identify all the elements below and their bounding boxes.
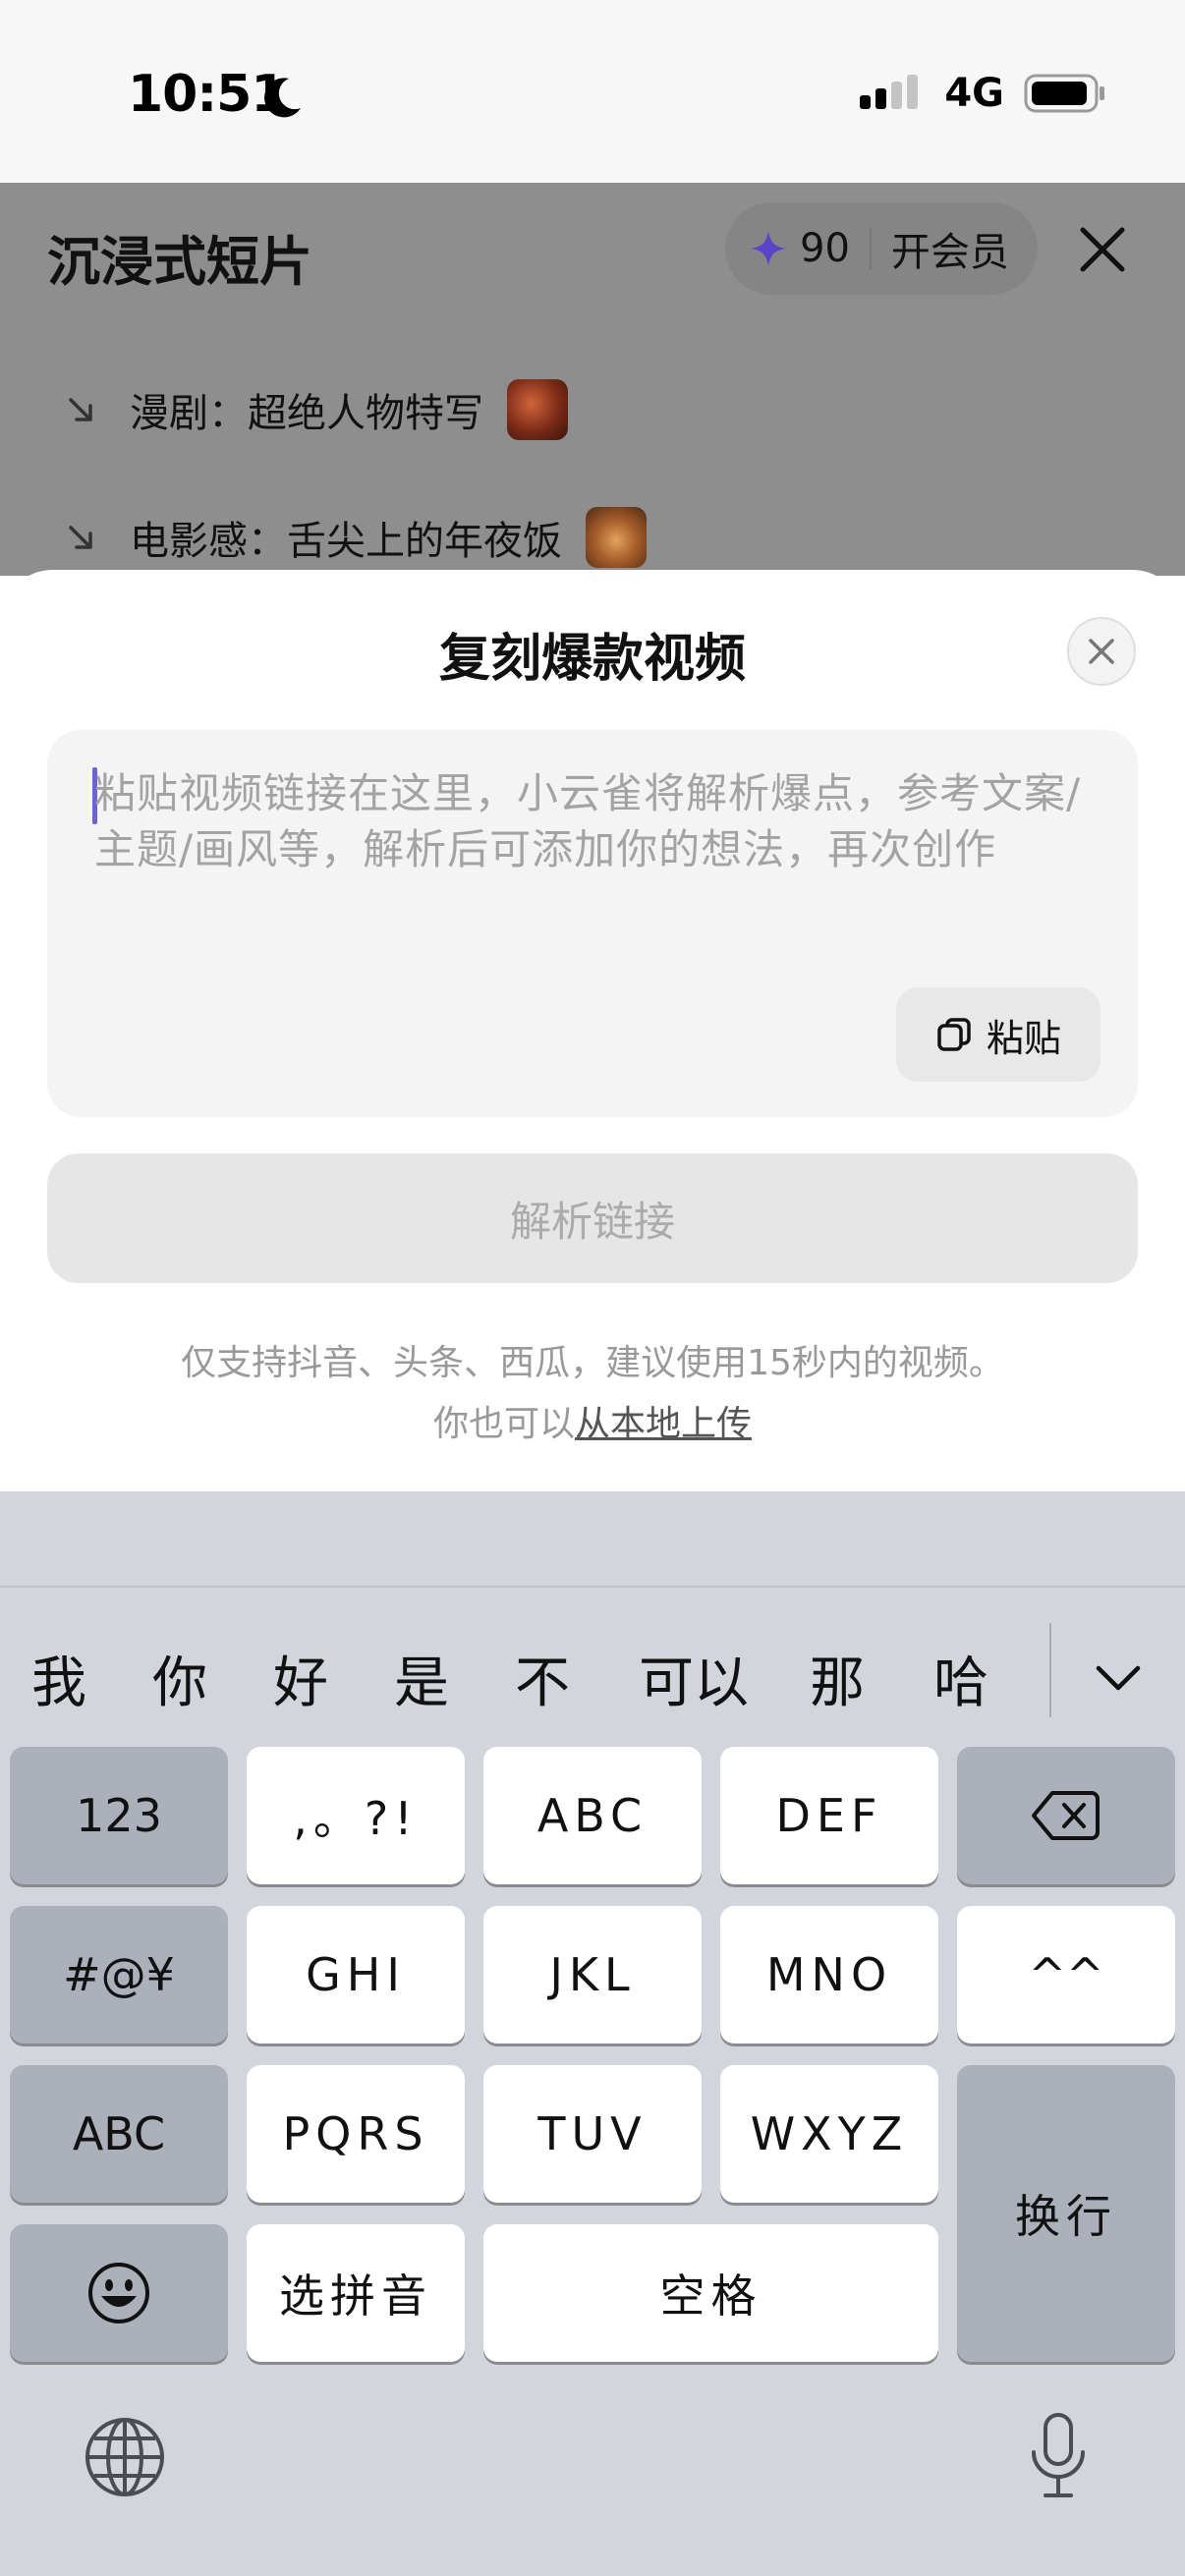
key-abc-mode[interactable]: ABC: [10, 2065, 228, 2203]
background-page: 沉浸式短片 90 开会员 漫剧：超绝人物特写 电影感：舌尖上的年夜饭: [0, 183, 1185, 576]
open-vip-button[interactable]: 开会员: [891, 220, 1009, 277]
network-type: 4G: [944, 71, 1004, 116]
candidate-item[interactable]: 不: [515, 1639, 570, 1718]
key-wxyz[interactable]: WXYZ: [720, 2065, 938, 2203]
key-jkl[interactable]: JKL: [483, 1906, 702, 2044]
battery-icon: [1024, 74, 1104, 113]
backspace-icon: [1032, 1791, 1100, 1840]
moon-icon: [264, 78, 301, 118]
points-vip-pill[interactable]: 90 开会员: [725, 202, 1038, 295]
key-tuv[interactable]: TUV: [483, 2065, 702, 2203]
candidate-item[interactable]: 是: [394, 1639, 449, 1718]
list-item-label: 漫剧：超绝人物特写: [130, 391, 483, 436]
chevron-down-icon[interactable]: [1093, 1658, 1144, 1698]
return-key[interactable]: 换行: [957, 2065, 1175, 2362]
parse-link-label: 解析链接: [509, 1197, 675, 1246]
key-emoticon[interactable]: ^^: [957, 1906, 1175, 2044]
globe-icon[interactable]: [83, 2415, 167, 2499]
key-label: JKL: [549, 1948, 636, 2001]
space-key[interactable]: 空格: [483, 2224, 938, 2362]
key-label: PQRS: [282, 2107, 429, 2160]
signal-icon: [860, 75, 919, 109]
key-symbols[interactable]: #@¥: [10, 1906, 228, 2044]
key-label: 空格: [659, 2269, 762, 2323]
list-item[interactable]: 电影感：舌尖上的年夜饭: [63, 507, 647, 568]
key-ghi[interactable]: GHI: [247, 1906, 465, 2044]
upload-hint: 你也可以从本地上传: [0, 1395, 1185, 1446]
local-upload-link[interactable]: 从本地上传: [575, 1404, 752, 1444]
list-item[interactable]: 漫剧：超绝人物特写: [63, 379, 568, 440]
candidate-bar: 我 你 好 是 不 可以 那 哈: [0, 1588, 1185, 1745]
copy-icon: [937, 1018, 971, 1051]
upload-hint-prefix: 你也可以: [432, 1404, 575, 1444]
pill-divider: [869, 228, 872, 269]
key-pqrs[interactable]: PQRS: [247, 2065, 465, 2203]
link-input[interactable]: 粘贴视频链接在这里，小云雀将解析爆点，参考文案/主题/画风等，解析后可添加你的想…: [47, 730, 1138, 1117]
close-icon: [1089, 639, 1114, 664]
key-label: DEF: [775, 1789, 883, 1842]
key-label: 123: [76, 1789, 162, 1842]
backspace-key[interactable]: [957, 1747, 1175, 1884]
bottom-sheet: 复刻爆款视频 粘贴视频链接在这里，小云雀将解析爆点，参考文案/主题/画风等，解析…: [0, 570, 1185, 1493]
key-label: WXYZ: [750, 2107, 909, 2160]
link-input-placeholder: 粘贴视频链接在这里，小云雀将解析爆点，参考文案/主题/画风等，解析后可添加你的想…: [94, 769, 1082, 873]
key-label: GHI: [306, 1948, 406, 2001]
page-title: 沉浸式短片: [47, 231, 312, 293]
status-bar: 10:51 4G: [0, 0, 1185, 183]
key-def[interactable]: DEF: [720, 1747, 938, 1884]
list-item-thumbnail: [586, 507, 647, 568]
candidate-item[interactable]: 你: [152, 1639, 207, 1718]
microphone-icon[interactable]: [1028, 2411, 1089, 2501]
candidate-item[interactable]: 我: [31, 1639, 86, 1718]
keyboard: 我 你 好 是 不 可以 那 哈 123 ,。?! ABC DEF #@¥ GH…: [0, 1491, 1185, 2576]
key-label: MNO: [765, 1948, 893, 2001]
key-label: ABC: [72, 2107, 166, 2160]
key-abc[interactable]: ABC: [483, 1747, 702, 1884]
sparkle-star-icon: [751, 231, 786, 266]
paste-label: 粘贴: [986, 1016, 1061, 1060]
arrow-down-right-icon: [69, 398, 92, 421]
key-select-pinyin[interactable]: 选拼音: [247, 2224, 465, 2362]
key-label: TUV: [537, 2107, 648, 2160]
key-123[interactable]: 123: [10, 1747, 228, 1884]
key-label: ^^: [1028, 1948, 1104, 2001]
key-label: #@¥: [63, 1948, 175, 2001]
candidate-item[interactable]: 那: [810, 1639, 865, 1718]
arrow-down-right-icon: [69, 526, 92, 549]
sheet-close-button[interactable]: [1067, 617, 1136, 686]
close-icon[interactable]: [1075, 222, 1130, 277]
key-mno[interactable]: MNO: [720, 1906, 938, 2044]
key-punctuation[interactable]: ,。?!: [247, 1747, 465, 1884]
candidate-item[interactable]: 可以: [639, 1639, 749, 1718]
candidate-item[interactable]: 好: [273, 1639, 328, 1718]
status-indicators: 4G: [858, 71, 1106, 116]
key-label: ,。?!: [293, 1792, 419, 1845]
list-item-label: 电影感：舌尖上的年夜饭: [130, 519, 562, 564]
emoji-key[interactable]: [10, 2224, 228, 2362]
parse-link-button[interactable]: 解析链接: [47, 1153, 1138, 1283]
list-item-thumbnail: [507, 379, 568, 440]
key-label: 选拼音: [279, 2269, 432, 2323]
sheet-title: 复刻爆款视频: [438, 630, 746, 689]
candidate-divider: [1049, 1623, 1051, 1717]
points-count: 90: [800, 226, 850, 271]
emoji-icon: [88, 2263, 149, 2324]
candidate-item[interactable]: 哈: [933, 1639, 988, 1718]
support-hint: 仅支持抖音、头条、西瓜，建议使用15秒内的视频。: [181, 1343, 1004, 1383]
key-label: ABC: [536, 1789, 649, 1842]
paste-button[interactable]: 粘贴: [896, 987, 1100, 1082]
key-label: 换行: [1015, 2190, 1117, 2243]
